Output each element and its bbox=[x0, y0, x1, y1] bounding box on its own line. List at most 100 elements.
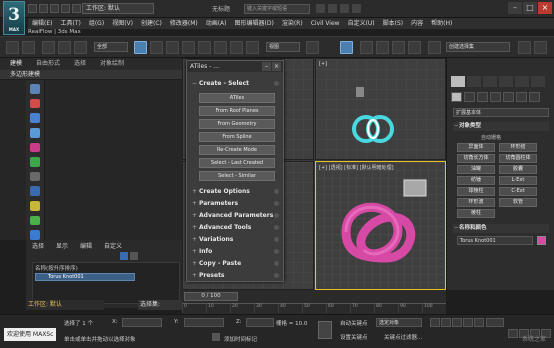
zoom-icon[interactable] bbox=[508, 329, 518, 338]
named-selection-dropdown[interactable]: 创建选择集 bbox=[446, 42, 510, 52]
new-file-icon[interactable] bbox=[28, 4, 37, 13]
rollout-presets[interactable]: Presets bbox=[191, 271, 281, 280]
workspace-dropdown[interactable]: 工作区: 默认 bbox=[82, 3, 154, 14]
add-time-tag[interactable]: 添加时间标记 bbox=[224, 335, 257, 343]
rotate-icon[interactable] bbox=[214, 41, 227, 54]
name-column-header[interactable]: 名称(按升序排序) bbox=[35, 264, 78, 272]
display-tab-icon[interactable] bbox=[515, 76, 529, 87]
rollout-info[interactable]: Info bbox=[191, 247, 281, 256]
filter-frozen-icon[interactable] bbox=[30, 230, 40, 241]
name-color-section[interactable]: 名称和颜色 bbox=[453, 224, 549, 233]
menu-view[interactable]: 视图(V) bbox=[108, 18, 137, 29]
x-coordinate-field[interactable] bbox=[122, 318, 162, 327]
l-ext-button[interactable]: L-Ext bbox=[499, 176, 537, 185]
redo-icon[interactable] bbox=[22, 41, 35, 54]
systems-icon[interactable] bbox=[529, 92, 540, 102]
hose-button[interactable]: 软管 bbox=[499, 198, 537, 207]
rectangular-selection-icon[interactable] bbox=[166, 41, 179, 54]
align-icon[interactable] bbox=[534, 41, 547, 54]
previous-frame-icon[interactable] bbox=[441, 318, 451, 327]
star-icon[interactable] bbox=[328, 4, 337, 13]
close-button[interactable]: × bbox=[538, 2, 552, 14]
unlink-icon[interactable] bbox=[58, 41, 71, 54]
angle-snap-icon[interactable] bbox=[376, 41, 389, 54]
rollout-create-select[interactable]: Create - Select bbox=[191, 79, 281, 88]
filter-geometry-icon[interactable] bbox=[30, 84, 40, 94]
hedra-button[interactable]: 异面体 bbox=[457, 143, 495, 152]
binoculars-icon[interactable] bbox=[316, 4, 325, 13]
filter-shapes-icon[interactable] bbox=[30, 98, 40, 109]
rollout-advanced-tools[interactable]: Advanced Tools bbox=[191, 223, 281, 232]
help-icon[interactable] bbox=[352, 4, 361, 13]
select-by-name-icon[interactable] bbox=[150, 41, 163, 54]
key-filters-button[interactable]: 关键点过滤器... bbox=[384, 333, 422, 341]
maximize-button[interactable]: □ bbox=[523, 2, 537, 14]
ribbon-tab-selection[interactable]: 选择 bbox=[74, 58, 86, 70]
cameras-icon[interactable] bbox=[490, 92, 501, 102]
link-icon[interactable] bbox=[42, 41, 55, 54]
find-icon[interactable] bbox=[130, 252, 138, 260]
minimize-button[interactable]: – bbox=[508, 2, 522, 14]
time-tag-icon[interactable] bbox=[212, 333, 220, 341]
current-frame-field[interactable] bbox=[486, 318, 504, 327]
menu-create[interactable]: 创建(C) bbox=[137, 18, 166, 29]
reference-coordinate-dropdown[interactable]: 视图 bbox=[266, 42, 300, 52]
save-file-icon[interactable] bbox=[50, 4, 59, 13]
hierarchy-tab-icon[interactable] bbox=[483, 76, 497, 87]
scale-icon[interactable] bbox=[230, 41, 243, 54]
dialog-close-button[interactable]: × bbox=[272, 62, 281, 71]
select-last-created-button[interactable]: Select - Last Created bbox=[199, 158, 275, 168]
explorer-tab-edit[interactable]: 编辑 bbox=[80, 242, 92, 252]
spinner-snap-icon[interactable] bbox=[408, 41, 421, 54]
go-to-end-icon[interactable] bbox=[474, 318, 484, 327]
menu-scripting[interactable]: 脚本(S) bbox=[379, 18, 408, 29]
filter-xrefs-icon[interactable] bbox=[30, 186, 40, 197]
select-similar-button[interactable]: Select - Similar bbox=[199, 171, 275, 181]
menu-civil-view[interactable]: Civil View bbox=[307, 18, 344, 29]
mirror-icon[interactable] bbox=[518, 41, 531, 54]
snap-toggle-icon[interactable] bbox=[360, 41, 373, 54]
next-frame-icon[interactable] bbox=[463, 318, 473, 327]
motion-tab-icon[interactable] bbox=[499, 76, 513, 87]
menu-customize[interactable]: 自定义(U) bbox=[344, 18, 379, 29]
welcome-maxscript-field[interactable]: 欢迎使用 MAXSc bbox=[4, 328, 56, 341]
select-object-icon[interactable] bbox=[134, 41, 147, 54]
filter-lights-icon[interactable] bbox=[30, 113, 40, 123]
rollout-parameters[interactable]: Parameters bbox=[191, 199, 281, 208]
gengon-button[interactable]: 球棱柱 bbox=[457, 187, 495, 196]
autogrid-checkbox[interactable]: 自动栅格 bbox=[481, 134, 501, 141]
chamfer-cyl-button[interactable]: 切角圆柱体 bbox=[499, 154, 537, 163]
filter-helpers-icon[interactable] bbox=[30, 142, 40, 153]
object-color-swatch[interactable] bbox=[537, 236, 546, 245]
user-icon[interactable] bbox=[340, 4, 349, 13]
rollout-variations[interactable]: Variations bbox=[191, 235, 281, 244]
z-coordinate-field[interactable] bbox=[246, 318, 274, 327]
y-coordinate-field[interactable] bbox=[184, 318, 224, 327]
c-ext-button[interactable]: C-Ext bbox=[499, 187, 537, 196]
list-item[interactable]: Torus Knot001 bbox=[35, 273, 135, 281]
filter-cameras-icon[interactable] bbox=[30, 127, 40, 138]
shapes-icon[interactable] bbox=[464, 92, 475, 102]
atiles-button[interactable]: ATiles bbox=[199, 93, 275, 103]
select-manipulate-icon[interactable] bbox=[340, 41, 353, 54]
window-crossing-icon[interactable] bbox=[182, 41, 195, 54]
selection-set-label[interactable]: 选择集: bbox=[138, 300, 182, 310]
edit-named-selection-icon[interactable] bbox=[428, 41, 441, 54]
realflow-menu[interactable]: RealFlow bbox=[28, 29, 52, 35]
from-roof-planes-button[interactable]: From Roof Planes bbox=[199, 106, 275, 116]
rollout-copy-paste[interactable]: Copy - Paste bbox=[191, 259, 281, 268]
redo-small-icon[interactable] bbox=[72, 4, 81, 13]
menu-edit[interactable]: 编辑(E) bbox=[28, 18, 56, 29]
set-key-button[interactable]: 设置关键点 bbox=[340, 333, 368, 341]
filter-spacewarps-icon[interactable] bbox=[30, 157, 40, 167]
bind-space-warp-icon[interactable] bbox=[74, 41, 87, 54]
create-tab-icon[interactable] bbox=[451, 76, 465, 87]
explorer-tab-customize[interactable]: 自定义 bbox=[104, 242, 122, 252]
re-create-mode-button[interactable]: Re-Create Mode bbox=[199, 145, 275, 155]
lights-icon[interactable] bbox=[477, 92, 488, 102]
menu-help[interactable]: 帮助(H) bbox=[427, 18, 456, 29]
menu-graph-editors[interactable]: 图形编辑器(D) bbox=[231, 18, 278, 29]
chamfer-box-button[interactable]: 切角长方体 bbox=[457, 154, 495, 163]
menu-content[interactable]: 内容 bbox=[407, 18, 427, 29]
space-warps-icon[interactable] bbox=[516, 92, 527, 102]
